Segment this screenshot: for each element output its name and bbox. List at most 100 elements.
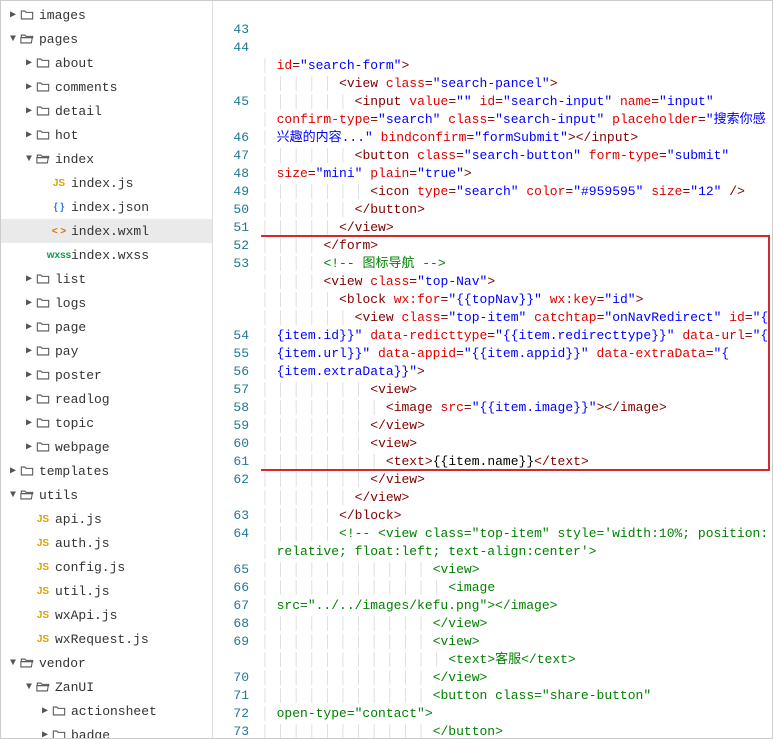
folder-actionsheet[interactable]: ▶actionsheet bbox=[1, 699, 212, 723]
folder-images[interactable]: ▶images bbox=[1, 3, 212, 27]
expand-arrow-icon[interactable]: ▶ bbox=[39, 729, 51, 738]
folder-comments[interactable]: ▶comments bbox=[1, 75, 212, 99]
code-line[interactable]: │ │ │ │ │ │ │ │ │ │ │ </view> bbox=[261, 669, 772, 687]
file-index-wxss[interactable]: wxssindex.wxss bbox=[1, 243, 212, 267]
expand-arrow-icon[interactable]: ▶ bbox=[23, 105, 35, 117]
code-line[interactable]: │ │ │ │ │ <block wx:for="{{topNav}}" wx:… bbox=[261, 291, 772, 309]
expand-arrow-icon[interactable]: ▶ bbox=[23, 417, 35, 429]
expand-arrow-icon[interactable]: ▶ bbox=[7, 465, 19, 477]
expand-arrow-icon[interactable]: ▼ bbox=[23, 154, 35, 165]
folder-pay[interactable]: ▶pay bbox=[1, 339, 212, 363]
folder-vendor[interactable]: ▼vendor bbox=[1, 651, 212, 675]
folder-poster[interactable]: ▶poster bbox=[1, 363, 212, 387]
code-content[interactable]: │ id="search-form">│ │ │ │ │ <view class… bbox=[261, 1, 772, 738]
folder-templates[interactable]: ▶templates bbox=[1, 459, 212, 483]
folder-pages[interactable]: ▼pages bbox=[1, 27, 212, 51]
code-line[interactable]: │ │ │ │ │ </view> bbox=[261, 219, 772, 237]
folder-readlog[interactable]: ▶readlog bbox=[1, 387, 212, 411]
code-editor[interactable]: 4344454647484950515253545556575859606162… bbox=[213, 1, 772, 738]
line-number: 69 bbox=[213, 633, 249, 651]
code-line[interactable]: │ 兴趣的内容..." bindconfirm="formSubmit"></i… bbox=[261, 129, 772, 147]
code-line[interactable]: │ │ │ │ │ │ │ │ │ │ │ <view> bbox=[261, 633, 772, 651]
expand-arrow-icon[interactable]: ▼ bbox=[7, 34, 19, 45]
folder-hot[interactable]: ▶hot bbox=[1, 123, 212, 147]
folder-logs[interactable]: ▶logs bbox=[1, 291, 212, 315]
code-line[interactable]: │ {item.extraData}}"> bbox=[261, 363, 772, 381]
expand-arrow-icon[interactable]: ▼ bbox=[23, 682, 35, 693]
code-line[interactable]: │ │ │ │ │ │ │ │ │ │ │ <view> bbox=[261, 561, 772, 579]
code-line[interactable]: │ │ │ │ │ │ │ │ │ │ │ │ <text>客服</text> bbox=[261, 651, 772, 669]
code-line[interactable]: │ │ │ │ │ │ <button class="search-button… bbox=[261, 147, 772, 165]
code-line[interactable]: │ src="../../images/kefu.png"></image> bbox=[261, 597, 772, 615]
expand-arrow-icon[interactable]: ▶ bbox=[23, 57, 35, 69]
code-line[interactable]: │ │ │ │ │ │ │ <icon type="search" color=… bbox=[261, 183, 772, 201]
expand-arrow-icon[interactable]: ▶ bbox=[23, 393, 35, 405]
file-wxApi-js[interactable]: JSwxApi.js bbox=[1, 603, 212, 627]
expand-arrow-icon[interactable]: ▶ bbox=[23, 297, 35, 309]
js-file-icon: JS bbox=[35, 514, 51, 525]
folder-webpage[interactable]: ▶webpage bbox=[1, 435, 212, 459]
file-index-js[interactable]: JSindex.js bbox=[1, 171, 212, 195]
expand-arrow-icon[interactable]: ▶ bbox=[23, 441, 35, 453]
code-line[interactable]: │ │ │ │ <!-- 图标导航 --> bbox=[261, 255, 772, 273]
expand-arrow-icon[interactable]: ▶ bbox=[7, 9, 19, 21]
expand-arrow-icon[interactable]: ▶ bbox=[23, 129, 35, 141]
folder-page[interactable]: ▶page bbox=[1, 315, 212, 339]
code-line[interactable]: │ │ │ │ </form> bbox=[261, 237, 772, 255]
code-line[interactable]: │ │ │ │ │ │ </view> bbox=[261, 489, 772, 507]
code-line[interactable]: │ │ │ │ │ │ │ │ │ │ │ </view> bbox=[261, 615, 772, 633]
folder-icon bbox=[35, 128, 51, 142]
code-line[interactable]: │ │ │ │ <view class="top-Nav"> bbox=[261, 273, 772, 291]
code-line[interactable]: │ │ │ │ │ │ │ │ │ │ │ │ <image bbox=[261, 579, 772, 597]
folder-about[interactable]: ▶about bbox=[1, 51, 212, 75]
expand-arrow-icon[interactable]: ▼ bbox=[7, 490, 19, 501]
expand-arrow-icon[interactable]: ▼ bbox=[7, 658, 19, 669]
code-line[interactable]: │ id="search-form"> bbox=[261, 57, 772, 75]
file-util-js[interactable]: JSutil.js bbox=[1, 579, 212, 603]
code-line[interactable]: │ confirm-type="search" class="search-in… bbox=[261, 111, 772, 129]
file-explorer[interactable]: ▶images▼pages▶about▶comments▶detail▶hot▼… bbox=[1, 1, 213, 738]
expand-arrow-icon[interactable]: ▶ bbox=[23, 81, 35, 93]
expand-arrow-icon[interactable]: ▶ bbox=[23, 321, 35, 333]
folder-utils[interactable]: ▼utils bbox=[1, 483, 212, 507]
file-index-json[interactable]: { }index.json bbox=[1, 195, 212, 219]
tree-item-label: ZanUI bbox=[55, 680, 94, 695]
file-wxRequest-js[interactable]: JSwxRequest.js bbox=[1, 627, 212, 651]
file-index-wxml[interactable]: < >index.wxml bbox=[1, 219, 212, 243]
code-line[interactable]: │ {item.id}}" data-redicttype="{{item.re… bbox=[261, 327, 772, 345]
folder-ZanUI[interactable]: ▼ ZanUI bbox=[1, 675, 212, 699]
code-line[interactable]: │ │ │ │ │ </block> bbox=[261, 507, 772, 525]
code-line[interactable]: │ │ │ │ │ │ <view class="top-item" catch… bbox=[261, 309, 772, 327]
file-api-js[interactable]: JS api.js bbox=[1, 507, 212, 531]
folder-index[interactable]: ▼index bbox=[1, 147, 212, 171]
code-line[interactable]: │ │ │ │ │ │ │ <view> bbox=[261, 435, 772, 453]
folder-badge[interactable]: ▶badge bbox=[1, 723, 212, 738]
code-line[interactable]: │ │ │ │ │ │ </button> bbox=[261, 201, 772, 219]
code-line[interactable]: │ │ │ │ │ │ <input value="" id="search-i… bbox=[261, 93, 772, 111]
tree-item-label: api.js bbox=[55, 512, 102, 527]
code-line[interactable]: │ │ │ │ │ │ │ </view> bbox=[261, 471, 772, 489]
file-auth-js[interactable]: JSauth.js bbox=[1, 531, 212, 555]
code-line[interactable]: │ │ │ │ │ │ │ </view> bbox=[261, 417, 772, 435]
folder-detail[interactable]: ▶detail bbox=[1, 99, 212, 123]
code-line[interactable]: │ │ │ │ │ │ │ │ <image src="{{item.image… bbox=[261, 399, 772, 417]
expand-arrow-icon[interactable]: ▶ bbox=[23, 345, 35, 357]
expand-arrow-icon[interactable]: ▶ bbox=[23, 369, 35, 381]
expand-arrow-icon[interactable]: ▶ bbox=[23, 273, 35, 285]
line-number: 64 bbox=[213, 525, 249, 543]
code-line[interactable]: │ │ │ │ │ │ │ │ <text>{{item.name}}</tex… bbox=[261, 453, 772, 471]
folder-list[interactable]: ▶list bbox=[1, 267, 212, 291]
code-line[interactable]: │ relative; float:left; text-align:cente… bbox=[261, 543, 772, 561]
code-line[interactable]: │ │ │ │ │ │ │ <view> bbox=[261, 381, 772, 399]
code-line[interactable]: │ │ │ │ │ │ │ │ │ │ │ </button> bbox=[261, 723, 772, 738]
folder-topic[interactable]: ▶topic bbox=[1, 411, 212, 435]
expand-arrow-icon[interactable]: ▶ bbox=[39, 705, 51, 717]
code-line[interactable]: │ open-type="contact"> bbox=[261, 705, 772, 723]
code-line[interactable]: │ │ │ │ │ │ │ │ │ │ │ <button class="sha… bbox=[261, 687, 772, 705]
file-config-js[interactable]: JSconfig.js bbox=[1, 555, 212, 579]
line-number bbox=[213, 489, 249, 507]
code-line[interactable]: │ size="mini" plain="true"> bbox=[261, 165, 772, 183]
code-line[interactable]: │ │ │ │ │ <view class="search-pancel"> bbox=[261, 75, 772, 93]
code-line[interactable]: │ │ │ │ │ <!-- <view class="top-item" st… bbox=[261, 525, 772, 543]
code-line[interactable]: │ {item.url}}" data-appid="{{item.appid}… bbox=[261, 345, 772, 363]
